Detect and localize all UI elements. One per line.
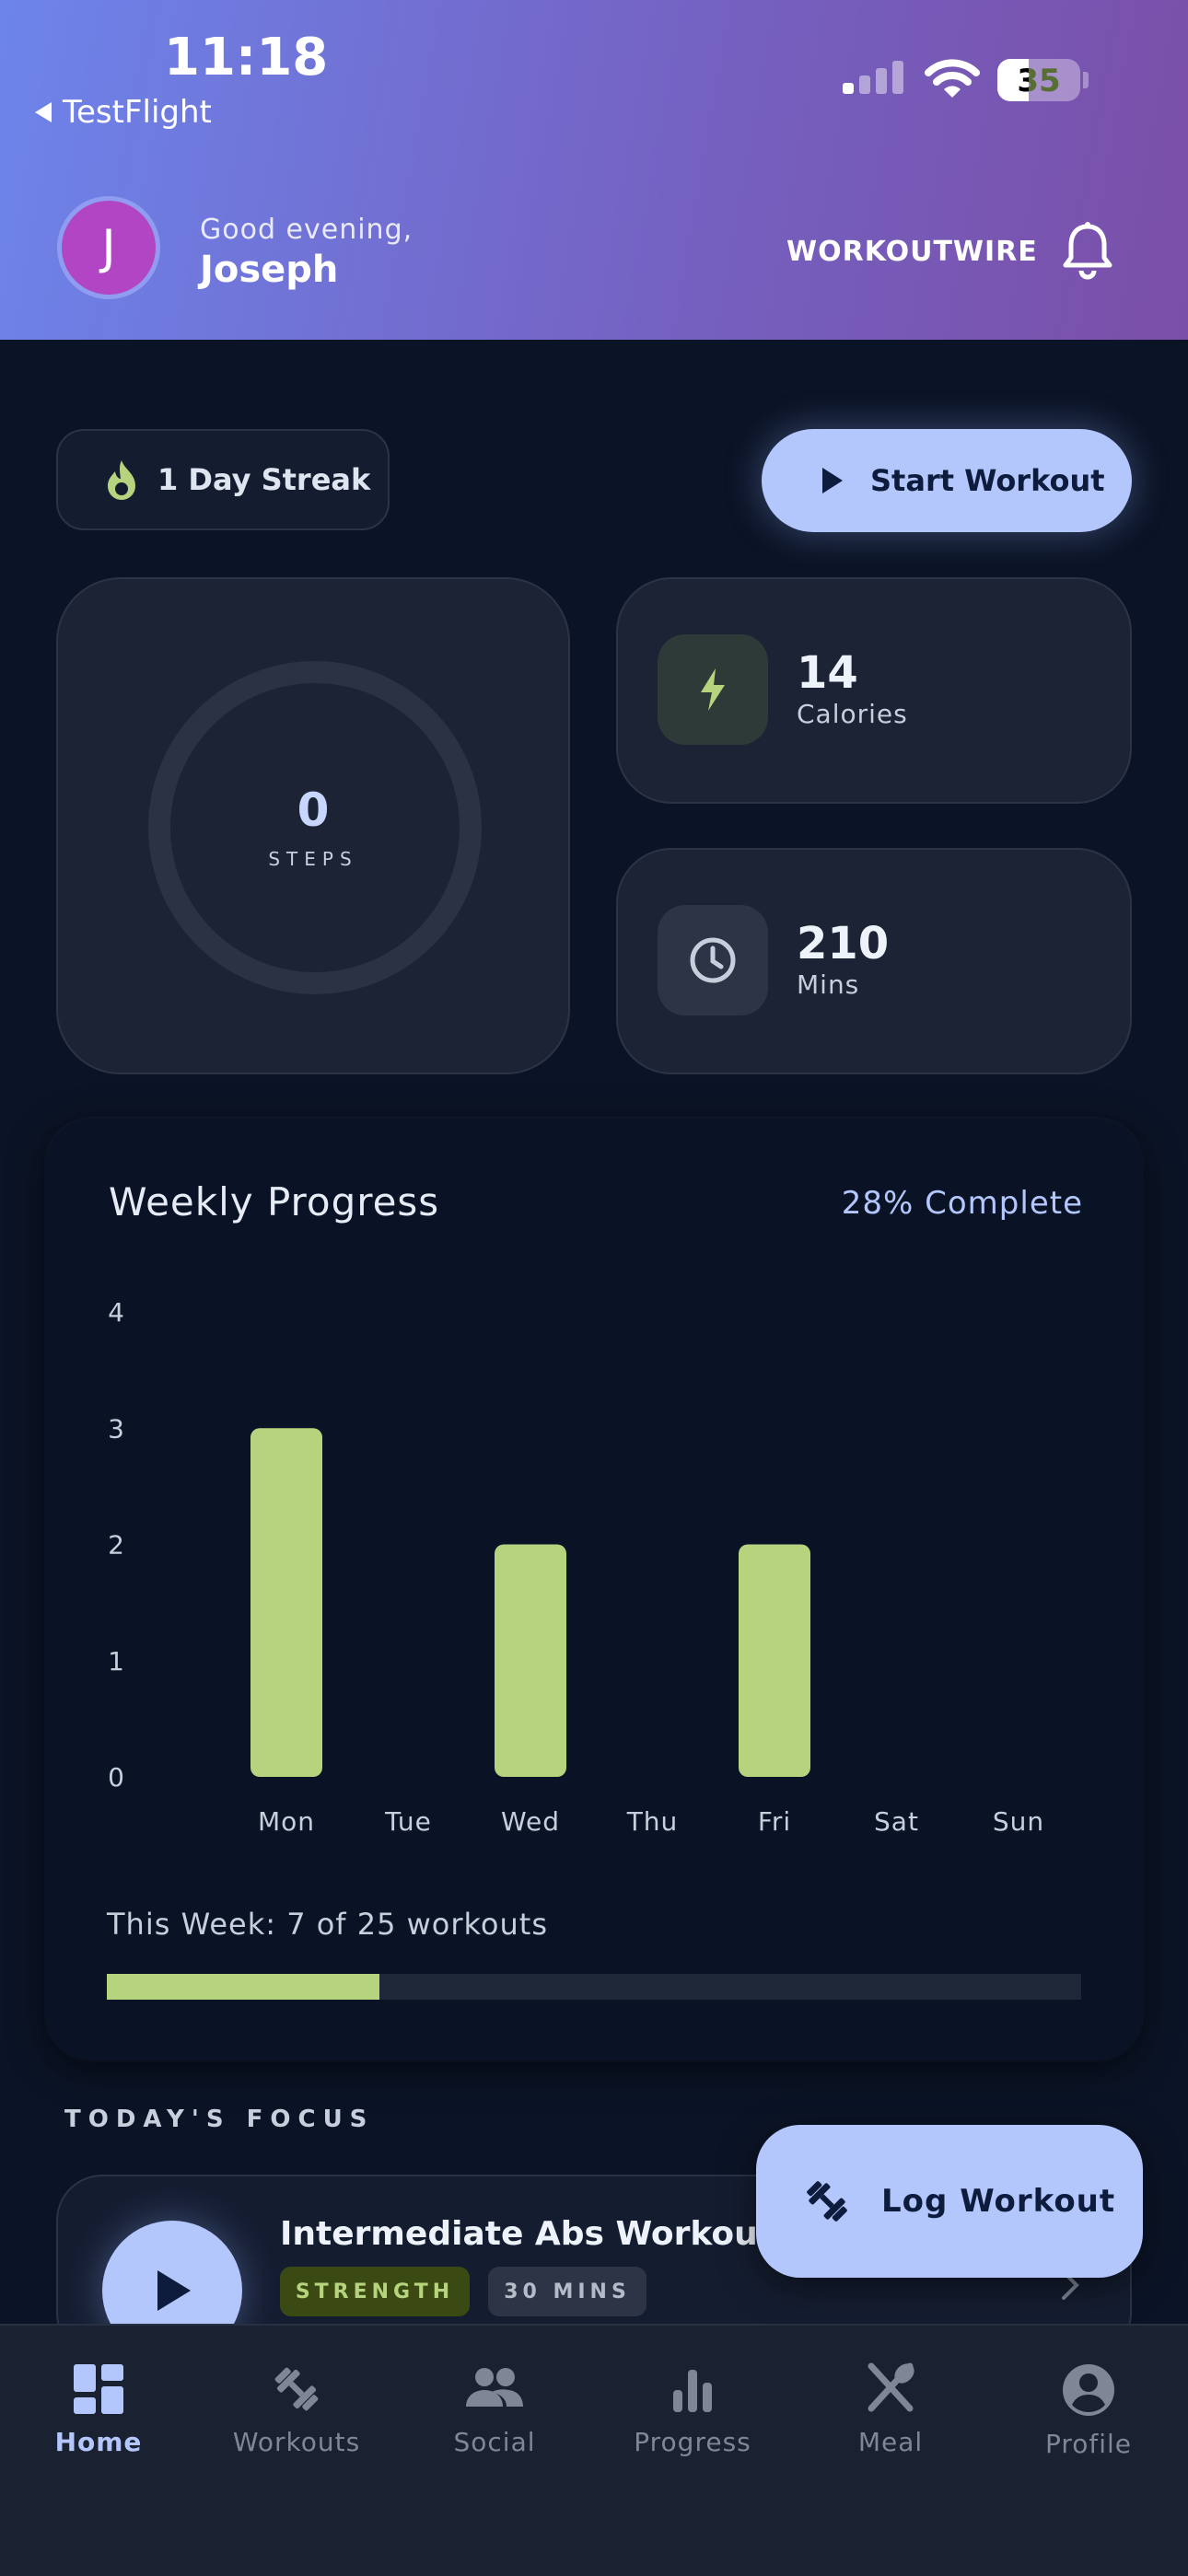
play-icon xyxy=(822,468,843,493)
steps-card[interactable]: 0 STEPS xyxy=(56,577,570,1074)
start-workout-button[interactable]: Start Workout xyxy=(762,429,1132,532)
weekly-bar-chart: 0 1 2 3 4 Mon Tue Wed Thu Fri Sat Sun xyxy=(108,1297,1044,1837)
dumbbell-icon xyxy=(274,2367,319,2411)
calories-value: 14 xyxy=(797,647,858,699)
lightning-icon xyxy=(701,668,725,711)
dumbbell-icon xyxy=(807,2181,847,2222)
log-workout-label: Log Workout xyxy=(881,2183,1116,2220)
x-tick-label: Sat xyxy=(874,1806,919,1837)
bar-mon xyxy=(250,1428,322,1777)
calories-card[interactable]: 14 Calories xyxy=(616,577,1132,804)
bar-fri xyxy=(739,1544,810,1777)
cellular-signal-icon xyxy=(843,61,903,94)
clock-icon xyxy=(690,937,736,983)
greeting: Good evening, xyxy=(200,214,413,246)
bell-icon[interactable] xyxy=(1061,221,1114,280)
tab-workouts[interactable]: Workouts xyxy=(204,2362,389,2457)
tab-progress-label: Progress xyxy=(634,2427,751,2457)
start-workout-label: Start Workout xyxy=(870,463,1105,498)
tab-progress[interactable]: Progress xyxy=(600,2362,785,2457)
brand-logo: WORKOUTWIRE xyxy=(786,236,1038,268)
calories-label: Calories xyxy=(797,699,908,729)
minutes-value: 210 xyxy=(797,918,890,969)
bottom-tab-bar: Home Workouts Social Progress Meal Profi… xyxy=(0,2324,1188,2576)
log-workout-button[interactable]: Log Workout xyxy=(756,2125,1143,2278)
y-tick-label: 4 xyxy=(108,1297,124,1328)
back-to-testflight[interactable]: TestFlight xyxy=(35,94,212,131)
streak-label: 1 Day Streak xyxy=(157,462,371,497)
tab-profile[interactable]: Profile xyxy=(996,2362,1181,2459)
utensils-icon xyxy=(868,2362,914,2412)
todays-focus-title: TODAY'S FOCUS xyxy=(64,2106,375,2133)
y-tick-label: 0 xyxy=(108,1762,124,1793)
x-tick-label: Tue xyxy=(384,1806,432,1837)
weekly-progress-card: Weekly Progress 28% Complete 0 1 2 3 4 Mon Tue… xyxy=(46,1119,1142,2060)
x-tick-label: Sun xyxy=(993,1806,1044,1837)
tab-home-label: Home xyxy=(54,2427,143,2457)
people-icon xyxy=(466,2368,523,2407)
y-tick-label: 2 xyxy=(108,1530,124,1561)
tab-social[interactable]: Social xyxy=(402,2362,587,2457)
lightning-tile xyxy=(658,634,768,745)
x-tick-label: Thu xyxy=(626,1806,679,1837)
account-icon xyxy=(1063,2364,1114,2416)
bar-chart-icon xyxy=(673,2370,712,2412)
tag-strength: STRENGTH xyxy=(280,2267,470,2316)
battery-level: 35 xyxy=(1017,63,1061,99)
y-tick-label: 3 xyxy=(108,1413,124,1444)
x-tick-label: Mon xyxy=(258,1806,315,1837)
tab-meal-label: Meal xyxy=(857,2427,924,2457)
battery-icon: 35 xyxy=(997,59,1080,101)
status-time: 11:18 xyxy=(164,28,329,87)
bar-wed xyxy=(495,1544,566,1777)
minutes-label: Mins xyxy=(797,969,860,1000)
tab-home[interactable]: Home xyxy=(6,2362,191,2457)
tab-profile-label: Profile xyxy=(1044,2429,1133,2459)
wifi-icon xyxy=(925,59,980,98)
tab-workouts-label: Workouts xyxy=(232,2427,361,2457)
play-icon xyxy=(157,2270,191,2311)
x-tick-label: Wed xyxy=(501,1806,560,1837)
dashboard-icon xyxy=(74,2364,123,2414)
steps-label: STEPS xyxy=(268,848,358,870)
focus-workout-name: Intermediate Abs Workout xyxy=(280,2215,774,2253)
avatar[interactable]: J xyxy=(57,196,160,299)
flame-icon xyxy=(108,460,135,500)
tag-duration: 30 MINS xyxy=(488,2267,646,2316)
clock-tile xyxy=(658,905,768,1015)
back-label: TestFlight xyxy=(63,94,212,131)
tab-social-label: Social xyxy=(453,2427,536,2457)
minutes-card[interactable]: 210 Mins xyxy=(616,848,1132,1074)
weekly-progress-fill xyxy=(107,1974,380,2000)
app-header: 11:18 TestFlight 35 J Good evening, Jose… xyxy=(0,0,1188,340)
weekly-progress-bar xyxy=(107,1974,1081,2000)
back-arrow-icon xyxy=(35,102,52,122)
weekly-summary: This Week: 7 of 25 workouts xyxy=(107,1907,548,1942)
steps-value: 0 xyxy=(297,783,330,837)
y-tick-label: 1 xyxy=(108,1646,124,1677)
streak-badge: 1 Day Streak xyxy=(56,429,390,530)
user-name: Joseph xyxy=(200,249,339,291)
tab-meal[interactable]: Meal xyxy=(798,2362,983,2457)
x-tick-label: Fri xyxy=(758,1806,791,1837)
